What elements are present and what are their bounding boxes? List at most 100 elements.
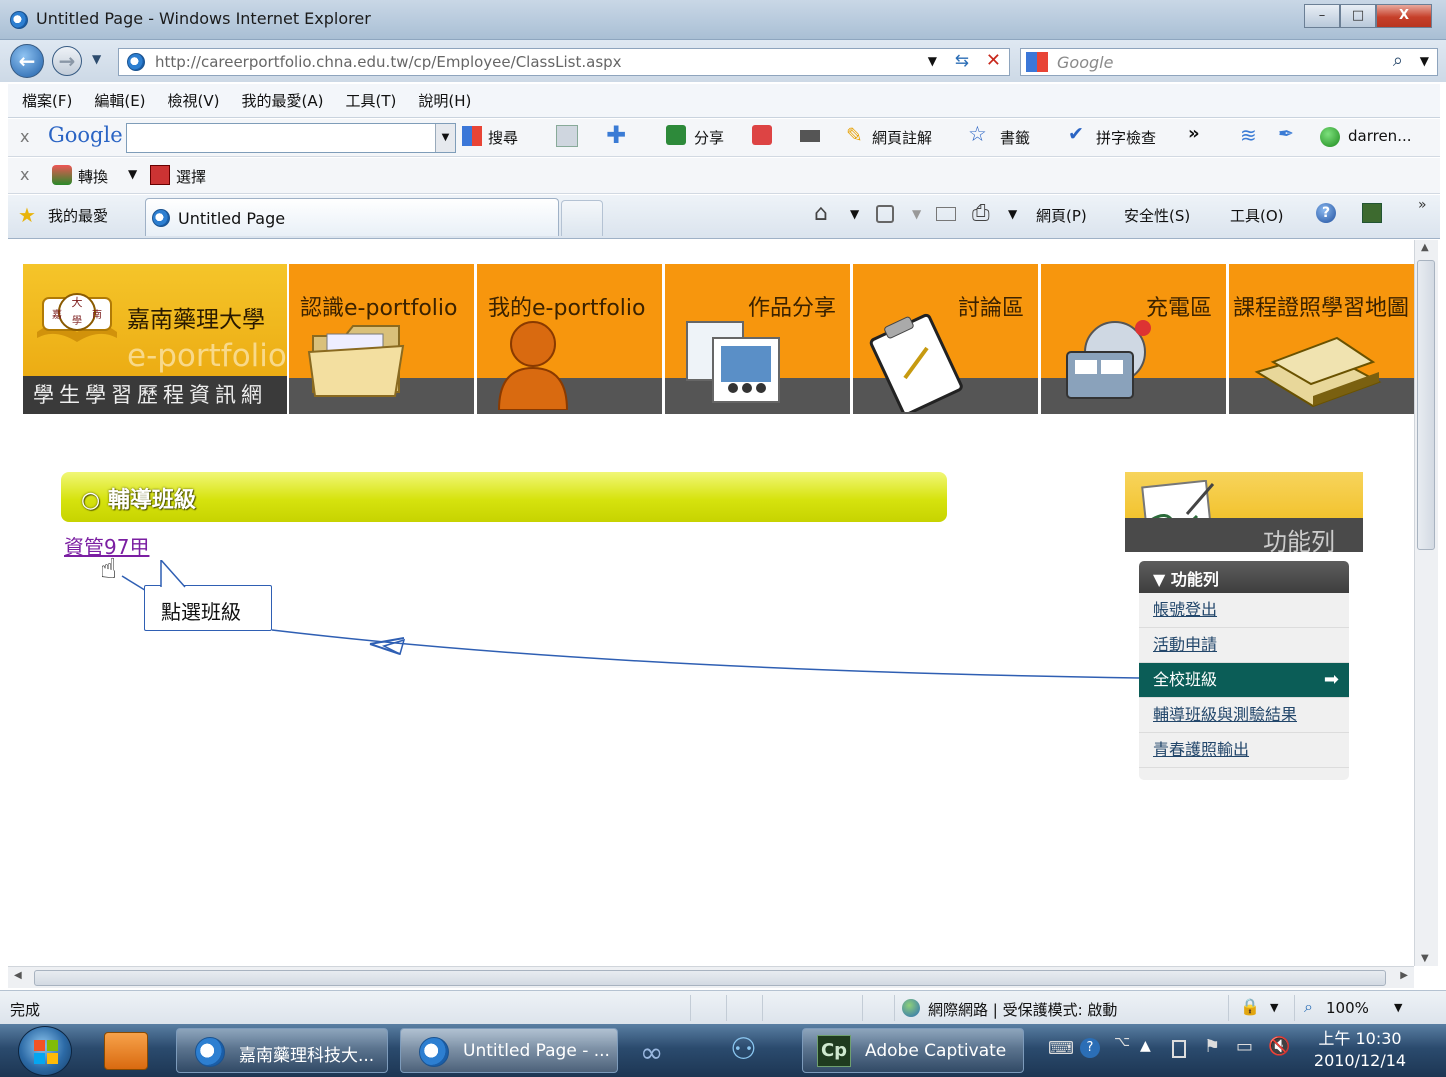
tab-untitled-page[interactable]: Untitled Page [145, 198, 559, 236]
google-search-input[interactable]: ▼ [126, 123, 456, 153]
zoom-icon[interactable]: ⌕ [1304, 997, 1313, 1017]
outlook-icon[interactable] [104, 1032, 148, 1070]
vertical-scroll-thumb[interactable] [1417, 260, 1435, 550]
feeds-icon[interactable] [876, 205, 894, 223]
zoom-dropdown-icon[interactable]: ▼ [1394, 1001, 1402, 1014]
search-box[interactable]: Google ⌕ ▼ [1020, 48, 1438, 76]
account-button[interactable]: darren... [1348, 127, 1412, 145]
history-dropdown-icon[interactable]: ▼ [92, 52, 101, 66]
menu-edit[interactable]: 編輯(E) [94, 90, 145, 111]
captivate-icon: Cp [817, 1035, 851, 1067]
feeds-dropdown-icon[interactable]: ▼ [912, 207, 921, 221]
commandbar-more-button[interactable]: » [1418, 197, 1427, 213]
menu-item-passport-export[interactable]: 青春護照輸出 [1139, 733, 1349, 768]
share-button[interactable]: 分享 [694, 127, 724, 148]
users-app-icon[interactable]: ⚇ [730, 1032, 757, 1067]
scroll-up-icon[interactable]: ▲ [1421, 242, 1429, 253]
print-dropdown-icon[interactable]: ▼ [1008, 207, 1017, 221]
new-tab-button[interactable] [561, 200, 603, 236]
taskbar-button-label: Untitled Page - ... [463, 1041, 610, 1061]
forward-button[interactable]: → [52, 46, 82, 76]
hand-cursor-icon: ☝ [100, 552, 118, 585]
help-icon[interactable]: ? [1316, 203, 1336, 223]
home-icon[interactable]: ⌂ [814, 201, 828, 226]
status-text: 完成 [10, 1001, 41, 1019]
convert-toolbar-close-icon[interactable]: x [20, 165, 29, 184]
keyboard-icon[interactable]: ⌨ [1048, 1038, 1074, 1059]
tray-device-icon[interactable] [1172, 1040, 1186, 1058]
infinity-app-icon[interactable]: ∞ [640, 1036, 663, 1069]
protected-mode-dropdown-icon[interactable]: ▼ [1270, 1001, 1278, 1014]
convert-dropdown-icon[interactable]: ▼ [128, 167, 137, 181]
menu-item-advised-classes-results[interactable]: 輔導班級與測驗結果 [1139, 698, 1349, 733]
onenote-icon[interactable] [1362, 203, 1382, 223]
plus-icon[interactable]: ✚ [606, 121, 626, 149]
toolbar-close-icon[interactable]: x [20, 127, 29, 146]
taskbar-browser-window-1[interactable]: 嘉南藥理科技大... [176, 1028, 388, 1073]
tray-expand-icon[interactable]: ▲ [1140, 1038, 1151, 1054]
maximize-button[interactable]: □ [1340, 4, 1376, 28]
url-dropdown-icon[interactable]: ▼ [928, 54, 937, 68]
google-search-dropdown-icon[interactable]: ▼ [435, 124, 455, 152]
arrow-right-icon: ➡ [1323, 669, 1339, 690]
network-icon[interactable]: ▭ [1236, 1036, 1253, 1057]
taskbar-adobe-captivate[interactable]: Cp Adobe Captivate [802, 1028, 1024, 1073]
menu-favorites[interactable]: 我的最愛(A) [242, 90, 324, 111]
toolbar-more-button[interactable]: » [1188, 123, 1200, 144]
volume-muted-icon[interactable]: 🔇 [1268, 1036, 1290, 1057]
safety-menu[interactable]: 安全性(S) [1124, 205, 1190, 226]
close-button[interactable]: X [1376, 4, 1432, 28]
favorites-button[interactable]: 我的最愛 [48, 205, 108, 226]
refresh-icon[interactable]: ⇆ [955, 51, 969, 71]
action-center-flag-icon[interactable]: ⚑ [1204, 1036, 1220, 1057]
mail-icon[interactable] [936, 207, 956, 221]
spellcheck-button[interactable]: 拼字檢查 [1096, 127, 1156, 148]
taskbar-browser-window-2[interactable]: Untitled Page - ... [400, 1028, 618, 1073]
start-button[interactable] [18, 1026, 72, 1076]
tools-menu[interactable]: 工具(O) [1230, 205, 1284, 226]
scroll-right-icon[interactable]: ▶ [1400, 970, 1408, 981]
home-dropdown-icon[interactable]: ▼ [850, 207, 859, 221]
menu-view[interactable]: 檢視(V) [168, 90, 220, 111]
minimize-button[interactable]: – [1304, 4, 1340, 28]
menu-item-activity-apply[interactable]: 活動申請 [1139, 628, 1349, 663]
wrench-icon[interactable]: ✒ [1278, 123, 1294, 145]
magnifier-icon[interactable]: ⌕ [1393, 50, 1403, 71]
convert-button[interactable]: 轉換 [78, 166, 108, 187]
zoom-level[interactable]: 100% [1326, 999, 1369, 1017]
horizontal-scroll-thumb[interactable] [34, 970, 1386, 986]
taskbar-button-label: 嘉南藥理科技大... [239, 1046, 375, 1066]
vertical-scrollbar[interactable]: ▲ ▼ [1414, 240, 1438, 966]
menu-help[interactable]: 說明(H) [418, 90, 471, 111]
address-bar[interactable]: http://careerportfolio.chna.edu.tw/cp/Em… [118, 48, 1010, 76]
popup-blocker-icon[interactable] [556, 125, 578, 147]
status-divider [1228, 995, 1229, 1021]
protected-mode-icon[interactable]: 🔒 [1240, 997, 1260, 1016]
menu-item-logout[interactable]: 帳號登出 [1139, 593, 1349, 628]
menu-tools[interactable]: 工具(T) [345, 90, 396, 111]
wifi-icon[interactable]: ≋ [1240, 123, 1257, 147]
sidewiki-icon[interactable] [800, 130, 820, 142]
window-controls: – □ X [1304, 4, 1432, 30]
tray-tool-icon[interactable]: ⌥ [1114, 1034, 1130, 1050]
back-button[interactable]: ← [10, 44, 44, 78]
google-search-button[interactable]: 搜尋 [488, 127, 518, 148]
page-menu[interactable]: 網頁(P) [1036, 205, 1087, 226]
function-menu-header[interactable]: ▼ 功能列 [1139, 561, 1349, 593]
select-button[interactable]: 選擇 [176, 166, 206, 187]
bookmarks-button[interactable]: 書籤 [1000, 127, 1030, 148]
scroll-left-icon[interactable]: ◀ [14, 970, 22, 981]
menu-bar: 檔案(F) 編輯(E) 檢視(V) 我的最愛(A) 工具(T) 說明(H) [8, 84, 1440, 118]
annotate-button[interactable]: 網頁註解 [872, 127, 932, 148]
menu-item-all-classes[interactable]: 全校班級 ➡ [1139, 663, 1349, 698]
translate-icon[interactable] [752, 125, 772, 145]
scroll-down-icon[interactable]: ▼ [1421, 953, 1429, 964]
menu-file[interactable]: 檔案(F) [22, 90, 72, 111]
clock-time: 上午 10:30 [1318, 1029, 1402, 1048]
horizontal-scrollbar[interactable]: ◀ ▶ [8, 966, 1414, 988]
search-options-icon[interactable]: ▼ [1420, 54, 1429, 68]
system-clock[interactable]: 上午 10:30 2010/12/14 [1300, 1028, 1420, 1072]
tray-help-icon[interactable]: ? [1080, 1038, 1100, 1058]
print-icon[interactable]: ⎙ [972, 201, 990, 226]
stop-icon[interactable]: ✕ [986, 50, 1001, 71]
